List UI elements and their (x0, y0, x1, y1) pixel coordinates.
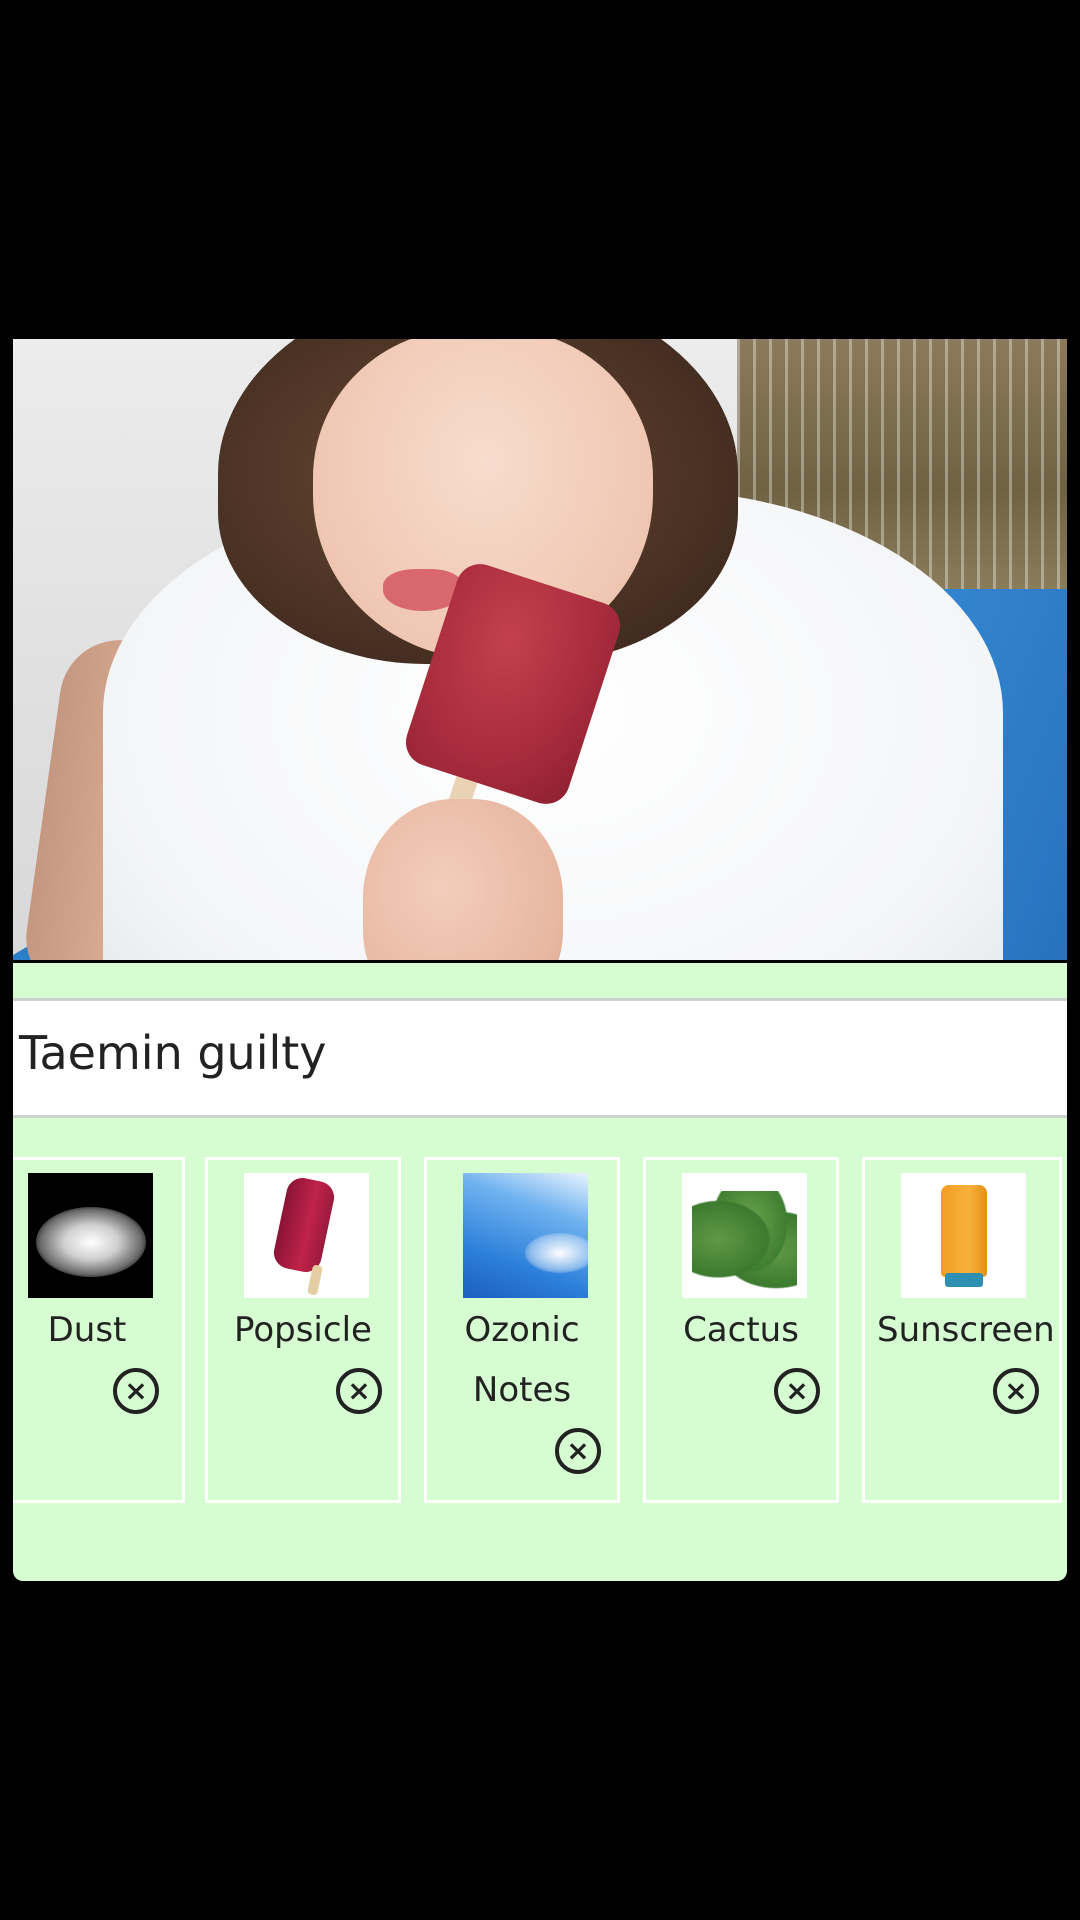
note-card-ozonic-notes[interactable]: Ozonic Notes × (424, 1157, 620, 1503)
note-card-popsicle[interactable]: Popsicle × (205, 1157, 401, 1503)
note-card-cactus[interactable]: Cactus × (643, 1157, 839, 1503)
note-label: Dust (47, 1310, 127, 1350)
note-label: Popsicle (234, 1310, 372, 1350)
close-circle-icon[interactable]: × (993, 1368, 1039, 1414)
note-card-sunscreen[interactable]: Sunscreen × (862, 1157, 1062, 1503)
note-label: Sunscreen (877, 1310, 1055, 1350)
post-title: Taemin guilty (19, 1026, 327, 1080)
hero-photo (13, 339, 1067, 960)
note-card-dust[interactable]: Dust × (13, 1157, 185, 1503)
close-circle-icon[interactable]: × (336, 1368, 382, 1414)
close-circle-icon[interactable]: × (555, 1428, 601, 1474)
close-circle-icon[interactable]: × (774, 1368, 820, 1414)
close-circle-icon[interactable]: × (113, 1368, 159, 1414)
app-screen: Taemin guilty Dust × Popsicle × Ozonic N… (0, 0, 1080, 1920)
cactus-image (682, 1173, 807, 1298)
dust-image (28, 1173, 153, 1298)
sunscreen-image (901, 1173, 1026, 1298)
sky-image (463, 1173, 588, 1298)
title-bar: Taemin guilty (13, 998, 1067, 1118)
note-label: Cactus (683, 1310, 799, 1350)
note-label: Ozonic Notes (464, 1310, 580, 1410)
notes-carousel[interactable]: Dust × Popsicle × Ozonic Notes × Cactus … (13, 1157, 1067, 1509)
notes-panel: Taemin guilty Dust × Popsicle × Ozonic N… (13, 963, 1067, 1581)
popsicle-image (244, 1173, 369, 1298)
